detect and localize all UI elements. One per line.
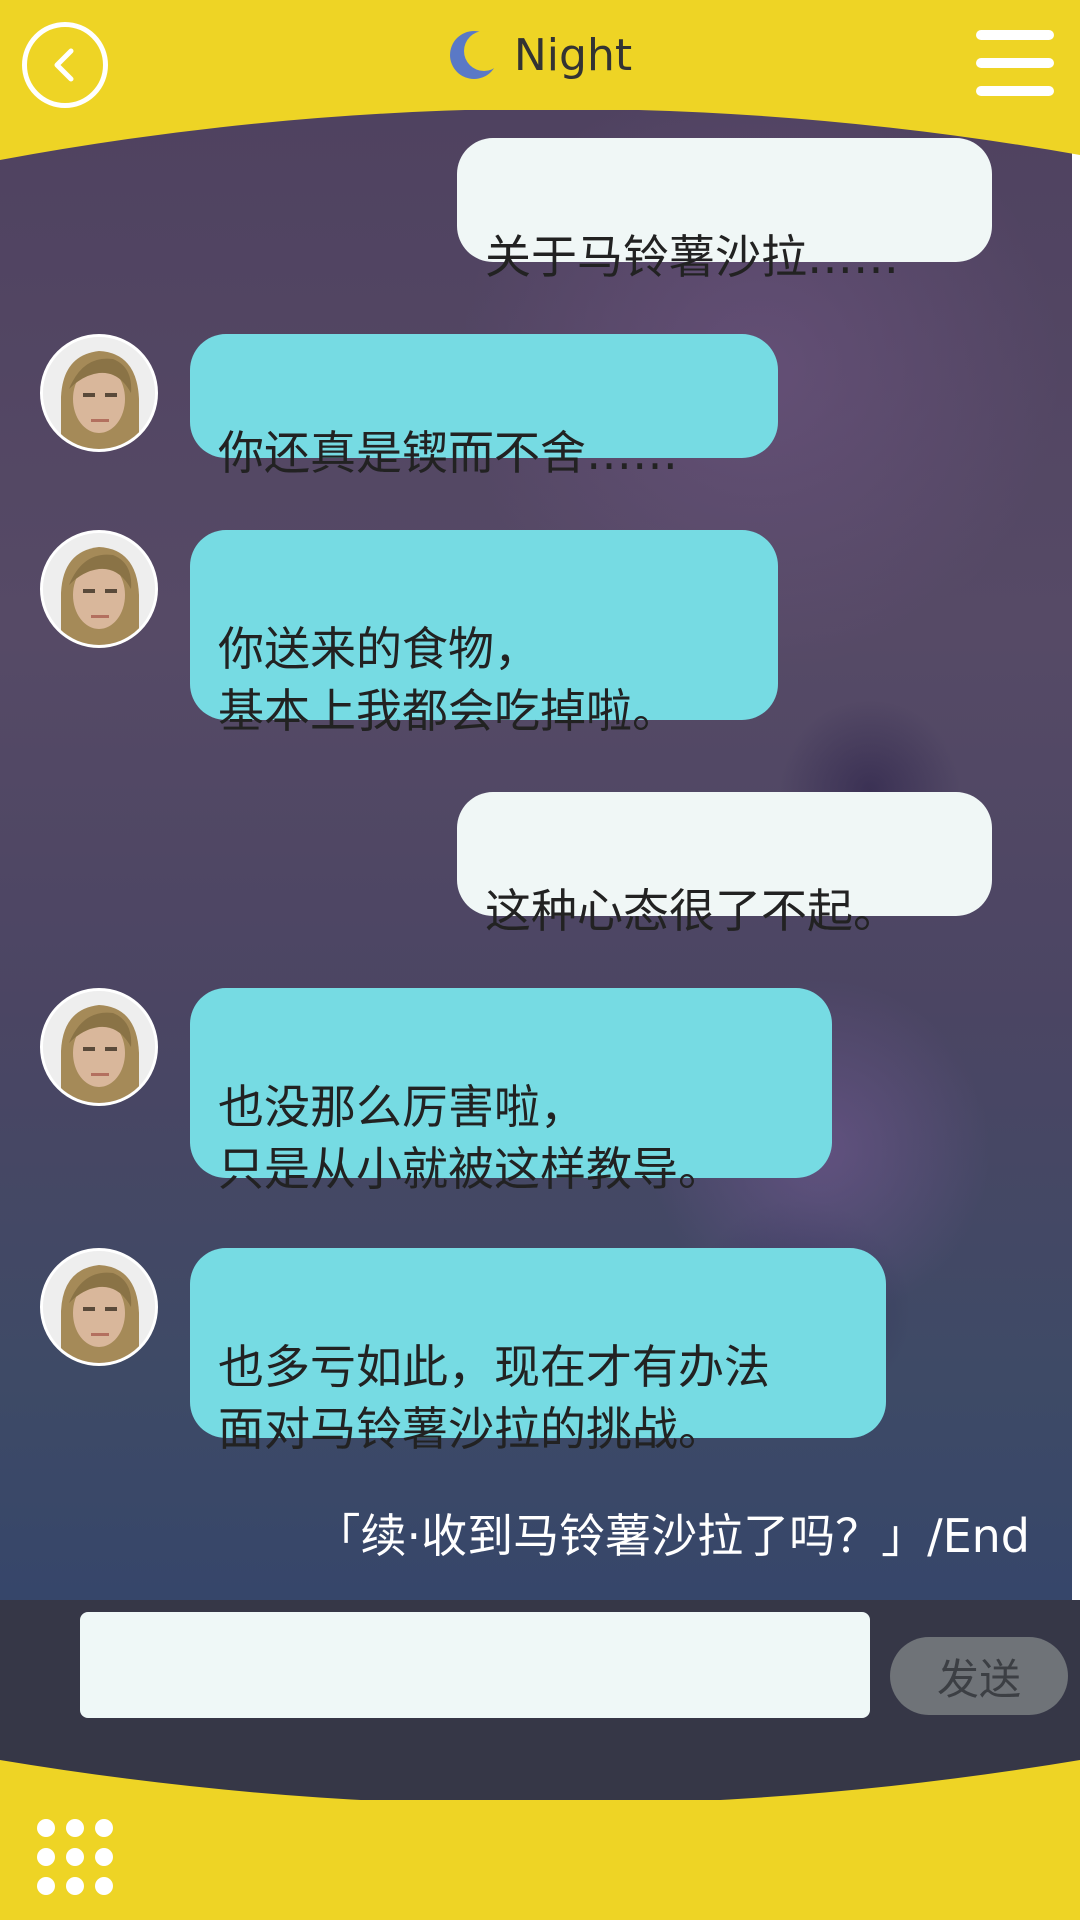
message-text: 也没那么厉害啦， 只是从小就被这样教导。 <box>218 1080 724 1196</box>
footer-background <box>0 1760 1080 1920</box>
hamburger-menu-icon <box>976 30 1054 40</box>
avatar[interactable] <box>40 1248 158 1366</box>
menu-button[interactable] <box>976 28 1054 98</box>
header-bar: Night <box>0 0 1080 160</box>
episode-caption: 「续·收到马铃薯沙拉了吗？」/End <box>314 1509 1030 1563</box>
message-text: 也多亏如此，现在才有办法 面对马铃薯沙拉的挑战。 <box>218 1340 770 1456</box>
avatar[interactable] <box>40 334 158 452</box>
message-bubble-incoming: 你送来的食物， 基本上我都会吃掉啦。 <box>190 530 778 738</box>
message-input[interactable] <box>80 1612 870 1718</box>
page-title: Night <box>513 29 633 81</box>
chat-screen: 关于马铃薯沙拉…… 你还真是锲而不舍…… 你送来的食物， 基本上我都会吃掉啦。 … <box>0 0 1080 1920</box>
message-bubble-outgoing: 这种心态很了不起。 <box>457 792 992 938</box>
app-grid-icon <box>37 1819 113 1895</box>
app-grid-button[interactable] <box>34 1816 116 1898</box>
message-text: 这种心态很了不起。 <box>485 884 899 938</box>
message-bubble-incoming: 也没那么厉害啦， 只是从小就被这样教导。 <box>190 988 832 1196</box>
scroll-track[interactable] <box>1072 110 1080 1600</box>
send-button[interactable]: 发送 <box>890 1637 1068 1715</box>
message-bubble-incoming: 也多亏如此，现在才有办法 面对马铃薯沙拉的挑战。 <box>190 1248 886 1456</box>
send-button-label: 发送 <box>936 1654 1021 1704</box>
crescent-moon-icon <box>449 31 500 79</box>
message-text: 你送来的食物， 基本上我都会吃掉啦。 <box>218 622 678 738</box>
title-area: Night <box>0 20 1080 90</box>
message-text: 你还真是锲而不舍…… <box>218 426 678 480</box>
avatar[interactable] <box>40 988 158 1106</box>
avatar[interactable] <box>40 530 158 648</box>
message-text: 关于马铃薯沙拉…… <box>485 230 899 284</box>
message-bubble-incoming: 你还真是锲而不舍…… <box>190 334 778 480</box>
